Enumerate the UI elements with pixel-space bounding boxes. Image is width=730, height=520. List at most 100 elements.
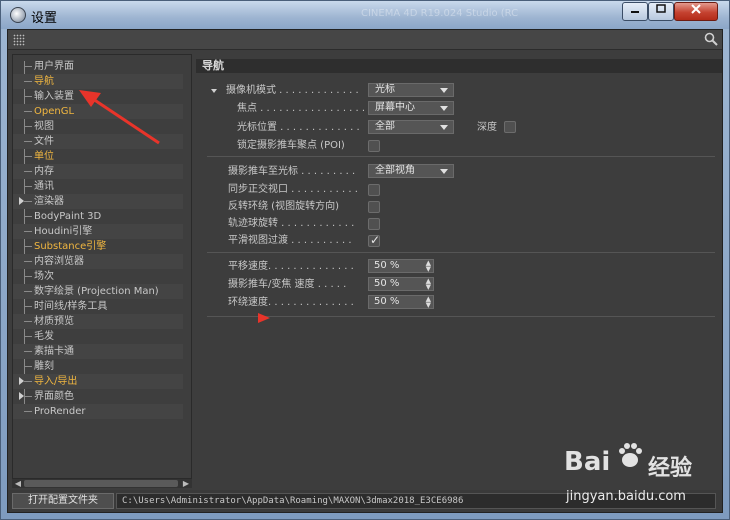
tree-item[interactable]: 材质预览 (13, 314, 183, 329)
annotation-arrowhead-icon (258, 313, 270, 323)
baidu-jingyan-watermark: Bai 经验 jingyan.baidu.com (556, 441, 726, 515)
tree-item-label: 视图 (34, 121, 54, 132)
dropdown-arrow-icon (440, 169, 448, 174)
scrollbar-thumb[interactable] (24, 480, 178, 487)
dropdown-arrow-icon (440, 106, 448, 111)
window-title: 设置 (31, 11, 58, 26)
tree-item[interactable]: 导航 (13, 74, 183, 89)
tree-item[interactable]: 时间线/样条工具 (13, 299, 183, 314)
dolly-speed-input[interactable]: 50 % ▲ ▼ (368, 277, 434, 291)
camera-mode-dropdown[interactable]: 光标 (368, 83, 454, 97)
tree-item-label: 内容浏览器 (34, 256, 84, 267)
tree-item[interactable]: 雕刻 (13, 359, 183, 374)
invert-orbit-checkbox[interactable] (368, 201, 380, 213)
collapse-triangle-icon[interactable] (211, 89, 217, 93)
depth-checkbox[interactable] (504, 121, 516, 133)
dolly-to-cursor-dropdown[interactable]: 全部视角 (368, 164, 454, 178)
tree-item-label: ProRender (34, 406, 86, 417)
orbit-speed-value: 50 % (374, 296, 400, 307)
spinner-arrows-icon[interactable]: ▲ ▼ (426, 260, 431, 273)
smooth-transition-label: 平滑视图过渡 . . . . . . . . . . (228, 235, 352, 246)
tree-item-label: 用户界面 (34, 61, 74, 72)
minimize-button[interactable] (622, 2, 648, 21)
tree-item[interactable]: 内容浏览器 (13, 254, 183, 269)
maximize-icon (656, 4, 666, 13)
tree-item-label: 渲染器 (34, 196, 64, 207)
tree-item[interactable]: 导入/导出 (13, 374, 183, 389)
tree-item[interactable]: 视图 (13, 119, 183, 134)
close-button[interactable] (674, 2, 718, 21)
invert-orbit-label: 反转环绕 (视图旋转方向) (228, 201, 339, 212)
tree-item[interactable]: 数字绘景 (Projection Man) (13, 284, 183, 299)
expand-arrow-icon[interactable] (19, 392, 24, 400)
watermark-logo-suffix: 经验 (648, 456, 693, 481)
orbit-speed-input[interactable]: 50 % ▲ ▼ (368, 295, 434, 309)
tree-item-label: 导航 (34, 76, 54, 87)
tree-item[interactable]: 场次 (13, 269, 183, 284)
tree-item[interactable]: Substance引擎 (13, 239, 183, 254)
open-config-folder-button[interactable]: 打开配置文件夹 (12, 493, 114, 509)
trackball-checkbox[interactable] (368, 218, 380, 230)
watermark-logo: Bai (564, 447, 611, 477)
tree-item-label: 单位 (34, 151, 54, 162)
tree-item[interactable]: 文件 (13, 134, 183, 149)
expand-arrow-icon[interactable] (19, 197, 24, 205)
tree-item[interactable]: BodyPaint 3D (13, 209, 183, 224)
spinner-arrows-icon[interactable]: ▲ ▼ (426, 296, 431, 309)
tree-item[interactable]: ProRender (13, 404, 183, 419)
tree-item[interactable]: 通讯 (13, 179, 183, 194)
pan-speed-value: 50 % (374, 260, 400, 271)
tree-item[interactable]: 单位 (13, 149, 183, 164)
pan-speed-label: 平移速度. . . . . . . . . . . . . . (228, 261, 354, 272)
tree-item[interactable]: 素描卡通 (13, 344, 183, 359)
dolly-speed-label: 摄影推车/变焦 速度 . . . . . (228, 279, 347, 290)
background-window-title: CINEMA 4D R19.024 Studio (RC (361, 8, 519, 19)
dolly-to-cursor-label: 摄影推车至光标 . . . . . . . . . (228, 166, 356, 177)
navigation-settings-panel: 导航 摄像机模式 . . . . . . . . . . . . . 光标 焦点… (196, 54, 722, 488)
tree-item[interactable]: Houdini引擎 (13, 224, 183, 239)
category-tree: 用户界面导航输入装置 OpenGL 视图文件单位内存通讯渲染器 BodyPaint 3… (12, 54, 192, 488)
cursor-position-label: 光标位置 . . . . . . . . . . . . . (237, 122, 360, 133)
tree-item[interactable]: 用户界面 (13, 59, 183, 74)
tree-item-label: Houdini引擎 (34, 226, 93, 237)
pan-speed-input[interactable]: 50 % ▲ ▼ (368, 259, 434, 273)
maximize-button[interactable] (648, 2, 674, 21)
tree-item[interactable]: 毛发 (13, 329, 183, 344)
expand-arrow-icon[interactable] (19, 377, 24, 385)
settings-toolbar (8, 30, 722, 50)
watermark-site: jingyan.baidu.com (566, 489, 686, 504)
lock-dolly-checkbox[interactable] (368, 140, 380, 152)
section-divider (207, 252, 715, 253)
minimize-icon (631, 11, 639, 13)
lock-dolly-label: 锁定摄影推车聚点 (POI) (237, 140, 345, 151)
tree-horizontal-scrollbar[interactable]: ◀ ▶ (12, 478, 192, 488)
scroll-left-icon[interactable]: ◀ (13, 479, 23, 489)
spinner-arrows-icon[interactable]: ▲ ▼ (426, 278, 431, 291)
tree-item-label: OpenGL (34, 106, 75, 117)
depth-label: 深度 (477, 122, 497, 133)
tree-item-label: 内存 (34, 166, 54, 177)
dropdown-arrow-icon (440, 125, 448, 130)
trackball-label: 轨迹球旋转 . . . . . . . . . . . . (228, 218, 355, 229)
tree-item-label: 素描卡通 (34, 346, 74, 357)
focus-value: 屏幕中心 (375, 102, 415, 113)
tree-item[interactable]: 渲染器 (13, 194, 183, 209)
tree-item-label: 材质预览 (34, 316, 74, 327)
tree-item[interactable]: OpenGL (13, 104, 183, 119)
tree-item-label: 文件 (34, 136, 54, 147)
title-bar[interactable]: 设置 CINEMA 4D R19.024 Studio (RC (1, 1, 729, 29)
tree-item-label: 场次 (34, 271, 54, 282)
tree-item[interactable]: 界面颜色 (13, 389, 183, 404)
cinema4d-app-icon (10, 7, 26, 23)
focus-dropdown[interactable]: 屏幕中心 (368, 101, 454, 115)
cursor-position-dropdown[interactable]: 全部 (368, 120, 454, 134)
tree-item-label: 数字绘景 (Projection Man) (34, 286, 159, 297)
tree-item[interactable]: 内存 (13, 164, 183, 179)
smooth-transition-checkbox[interactable] (368, 233, 380, 247)
sync-ortho-checkbox[interactable] (368, 184, 380, 196)
search-icon[interactable] (704, 32, 718, 46)
cursor-position-value: 全部 (375, 121, 395, 132)
tree-item[interactable]: 输入装置 (13, 89, 183, 104)
scroll-right-icon[interactable]: ▶ (181, 479, 191, 489)
grip-icon[interactable] (13, 34, 25, 46)
